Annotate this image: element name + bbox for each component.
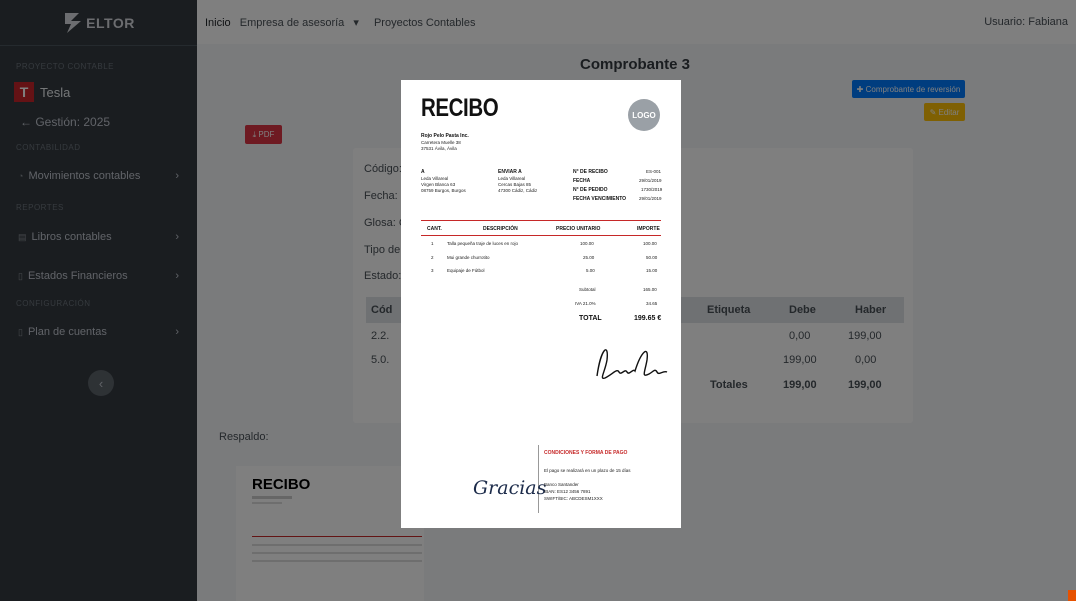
receipt-item-desc: Talla pequeña traje de luces en rojo xyxy=(447,241,519,246)
receipt-iva-label: IVA 21.0% xyxy=(575,301,596,306)
receipt-title: RECIBO xyxy=(421,94,499,122)
terms-line: IBAN: ES12 3456 7891 xyxy=(544,489,591,494)
receipt-col-qty: CANT. xyxy=(427,226,442,232)
receipt-meta-label: FECHA VENCIMIENTO xyxy=(573,196,627,202)
receipt-iva: 34.65 xyxy=(646,301,658,306)
receipt-meta-label: N° DE PEDIDO xyxy=(573,187,608,193)
corner-widget[interactable] xyxy=(1068,590,1076,601)
receipt-item-desc: Equipaje de Fútbol xyxy=(447,268,485,273)
receipt-item-amount: 15.00 xyxy=(646,268,658,273)
receipt-table-top-rule xyxy=(421,220,661,221)
receipt-subtotal-label: Subtotal xyxy=(579,287,596,292)
receipt-item-desc: Mui grande churrotito xyxy=(447,255,490,260)
receipt-col-price: PRECIO UNITARIO xyxy=(556,226,601,232)
receipt-item-qty: 2 xyxy=(431,255,434,260)
receipt-meta-value: 1730/2019 xyxy=(641,187,663,192)
receipt-item-qty: 1 xyxy=(431,241,434,246)
signature-scribble xyxy=(596,349,668,379)
receipt-subtotal: 165.00 xyxy=(643,287,657,292)
receipt-col-amount: IMPORTE xyxy=(637,226,660,232)
receipt-company-addr2: 37531 Ávila, Ávila xyxy=(421,146,457,151)
signature xyxy=(591,338,671,394)
receipt-preview: RECIBO LOGO Rojo Pelo Pasta Inc. Carrete… xyxy=(401,80,681,528)
terms-title: CONDICIONES Y FORMA DE PAGO xyxy=(544,450,628,456)
receipt-item-price: 5.00 xyxy=(586,268,595,273)
thanks-text: Gracias xyxy=(473,477,547,499)
terms-line: El pago se realizará en un plazo de 15 d… xyxy=(544,468,631,473)
receipt-meta-label: N° DE RECIBO xyxy=(573,169,608,175)
terms-line: SWIFT/BIC: ABCDESM1XXX xyxy=(544,496,603,501)
receipt-table-head-rule xyxy=(421,235,661,236)
receipt-meta-value: ES-001 xyxy=(646,169,662,174)
receipt-ship-label: ENVIAR A xyxy=(498,169,522,175)
receipt-item-qty: 3 xyxy=(431,268,434,273)
receipt-company: Rojo Pelo Pasta Inc. xyxy=(421,133,469,139)
receipt-ship-line: 47300 Cádiz, Cádiz xyxy=(498,188,538,193)
receipt-item-price: 25.00 xyxy=(583,255,595,260)
terms-line: Banco Santander xyxy=(544,482,579,487)
receipt-meta-value: 29/01/2019 xyxy=(639,178,662,183)
receipt-meta-label: FECHA xyxy=(573,178,591,184)
receipt-meta-value: 29/01/2019 xyxy=(639,196,662,201)
receipt-item-price: 100.00 xyxy=(580,241,594,246)
receipt-item-amount: 50.00 xyxy=(646,255,658,260)
receipt-total-label: TOTAL xyxy=(579,315,602,322)
receipt-to-line: 08759 Burgos, Burgos xyxy=(421,188,466,193)
receipt-logo: LOGO xyxy=(628,99,660,131)
receipt-col-desc: DESCRIPCIÓN xyxy=(483,226,518,232)
receipt-total: 199.65 € xyxy=(634,315,662,322)
receipt-to-label: A xyxy=(421,169,425,175)
receipt-item-amount: 100.00 xyxy=(643,241,657,246)
